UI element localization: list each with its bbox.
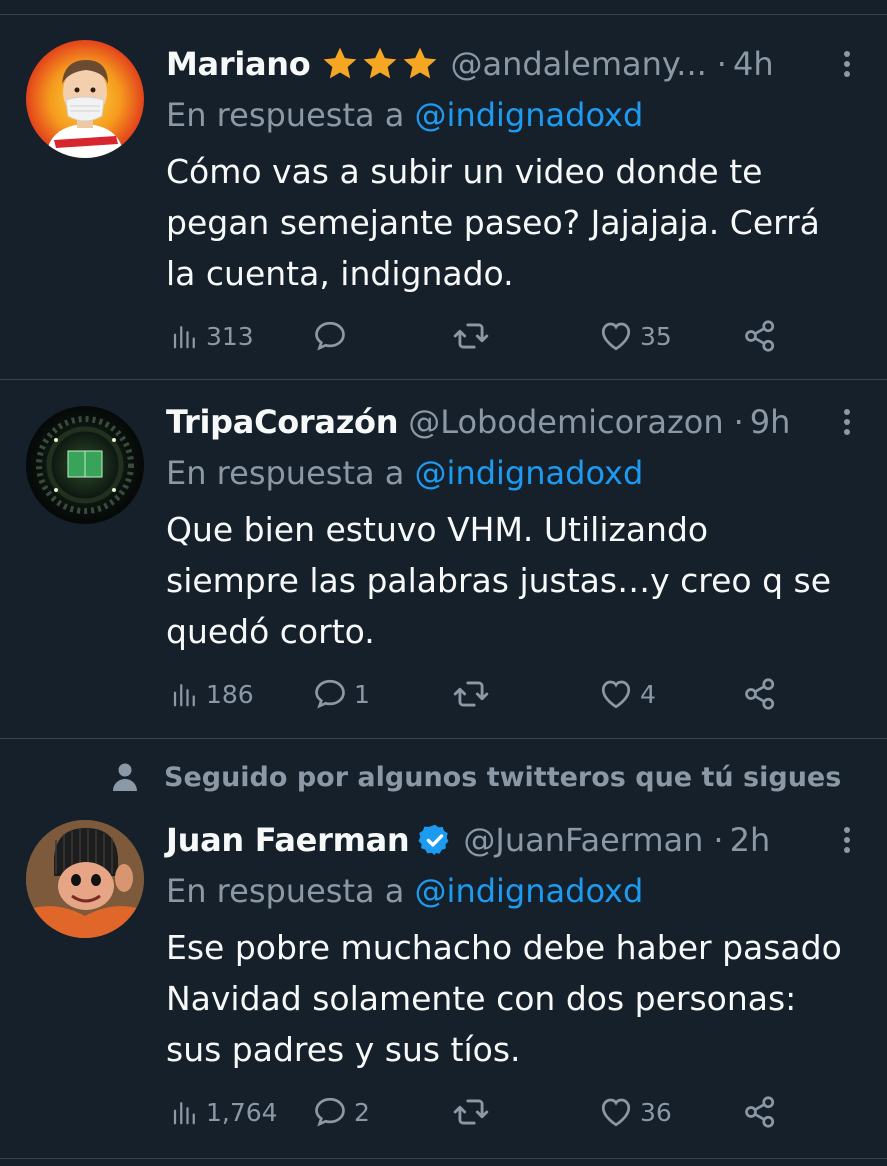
reply-mention-link[interactable]: @indignadoxd [415,96,644,134]
like-count: 36 [640,1097,672,1127]
tweet-header: TripaCorazón @Lobodemicorazon · 9h [166,400,857,444]
views-button[interactable]: 1,764 [170,1092,278,1132]
separator-dot: · [713,821,724,859]
retweet-button[interactable] [452,316,496,356]
tweet-header: Juan Faerman @JuanFaerman · 2h [166,818,857,862]
tweet-actions: 1,764 2 36 [166,1092,786,1132]
user-handle[interactable]: @JuanFaerman [463,821,703,859]
like-count: 35 [640,321,672,351]
views-count: 313 [206,321,254,351]
tweet-text: Cómo vas a subir un video donde te pegan… [166,152,820,293]
avatar[interactable] [26,40,144,158]
reply-button[interactable]: 1 [312,674,370,714]
reply-prefix: En respuesta a [166,454,405,492]
reply-icon [315,679,345,709]
views-icon [173,326,195,349]
views-icon [173,1102,195,1125]
retweet-button[interactable] [452,1092,496,1132]
share-button[interactable] [742,316,778,356]
views-icon [173,684,195,707]
more-options-icon[interactable] [837,42,857,86]
views-button[interactable]: 186 [170,674,254,714]
reply-button[interactable] [312,316,354,356]
heart-icon [601,680,631,709]
timestamp[interactable]: 2h [730,821,771,859]
more-options-icon[interactable] [837,818,857,862]
like-button[interactable]: 36 [598,1092,672,1132]
heart-icon [601,1098,631,1127]
reply-count: 1 [354,679,370,709]
views-count: 1,764 [206,1097,278,1127]
avatar[interactable] [26,820,144,938]
tweet-header: Mariano @andalemany... · 4h [166,42,857,86]
heart-icon [601,322,631,351]
reply-context: En respuesta a @indignadoxd [166,872,643,910]
reply-mention-link[interactable]: @indignadoxd [415,454,644,492]
tweet-3[interactable]: Juan Faerman @JuanFaerman · 2h En respue… [0,738,887,1158]
like-count: 4 [640,679,656,709]
reply-icon [315,1097,345,1127]
share-icon [745,678,775,710]
tweet-text: Ese pobre muchacho debe haber pasado Nav… [166,928,842,1069]
share-icon [745,1096,775,1128]
tweet-actions: 186 1 4 [166,674,786,714]
reply-button[interactable]: 2 [312,1092,370,1132]
verified-badge-icon [417,822,453,858]
like-button[interactable]: 35 [598,316,672,356]
reply-mention-link[interactable]: @indignadoxd [415,872,644,910]
separator-dot: · [733,403,744,441]
tweet-1[interactable]: Mariano @andalemany... · 4h En respuesta… [0,0,887,380]
avatar[interactable] [26,406,144,524]
reply-count: 2 [354,1097,370,1127]
retweet-button[interactable] [452,674,496,714]
display-name[interactable]: Mariano [166,45,311,83]
share-button[interactable] [742,1092,778,1132]
share-icon [745,320,775,352]
user-handle[interactable]: @andalemany... [450,45,706,83]
reply-context: En respuesta a @indignadoxd [166,454,643,492]
display-name[interactable]: TripaCorazón [166,403,399,441]
tweet-text: Que bien estuvo VHM. Utilizando siempre … [166,510,831,651]
retweet-icon [453,1099,489,1125]
star-icon [404,47,437,79]
display-name[interactable]: Juan Faerman [166,821,410,859]
views-count: 186 [206,679,254,709]
reply-prefix: En respuesta a [166,96,405,134]
badges [320,44,440,84]
tweet-actions: 313 35 [166,316,786,356]
like-button[interactable]: 4 [598,674,656,714]
share-button[interactable] [742,674,778,714]
reply-prefix: En respuesta a [166,872,405,910]
retweet-icon [453,681,489,707]
divider [0,1158,887,1159]
reply-icon [315,321,345,351]
timestamp[interactable]: 9h [750,403,791,441]
separator-dot: · [716,45,727,83]
reply-context: En respuesta a @indignadoxd [166,96,643,134]
retweet-icon [453,323,489,349]
tweet-2[interactable]: TripaCorazón @Lobodemicorazon · 9h En re… [0,380,887,738]
star-icon [324,47,357,79]
views-button[interactable]: 313 [170,316,254,356]
user-handle[interactable]: @Lobodemicorazon [408,403,723,441]
star-icon [364,47,397,79]
more-options-icon[interactable] [837,400,857,444]
timestamp[interactable]: 4h [733,45,774,83]
